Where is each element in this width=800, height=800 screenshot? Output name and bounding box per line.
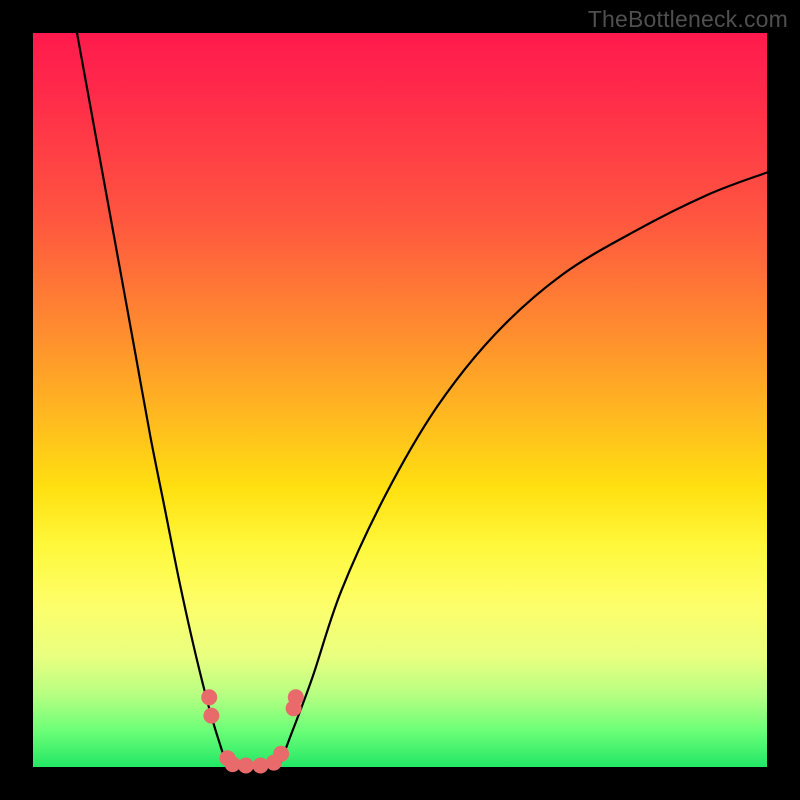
curve-svg bbox=[33, 33, 767, 767]
bottleneck-curve bbox=[77, 33, 767, 769]
curve-marker bbox=[203, 708, 219, 724]
plot-area bbox=[33, 33, 767, 767]
curve-marker bbox=[253, 758, 269, 774]
curve-marker bbox=[238, 758, 254, 774]
curve-marker bbox=[288, 689, 304, 705]
watermark-text: TheBottleneck.com bbox=[588, 6, 788, 33]
curve-marker bbox=[201, 689, 217, 705]
chart-frame: TheBottleneck.com bbox=[0, 0, 800, 800]
curve-marker bbox=[273, 746, 289, 762]
